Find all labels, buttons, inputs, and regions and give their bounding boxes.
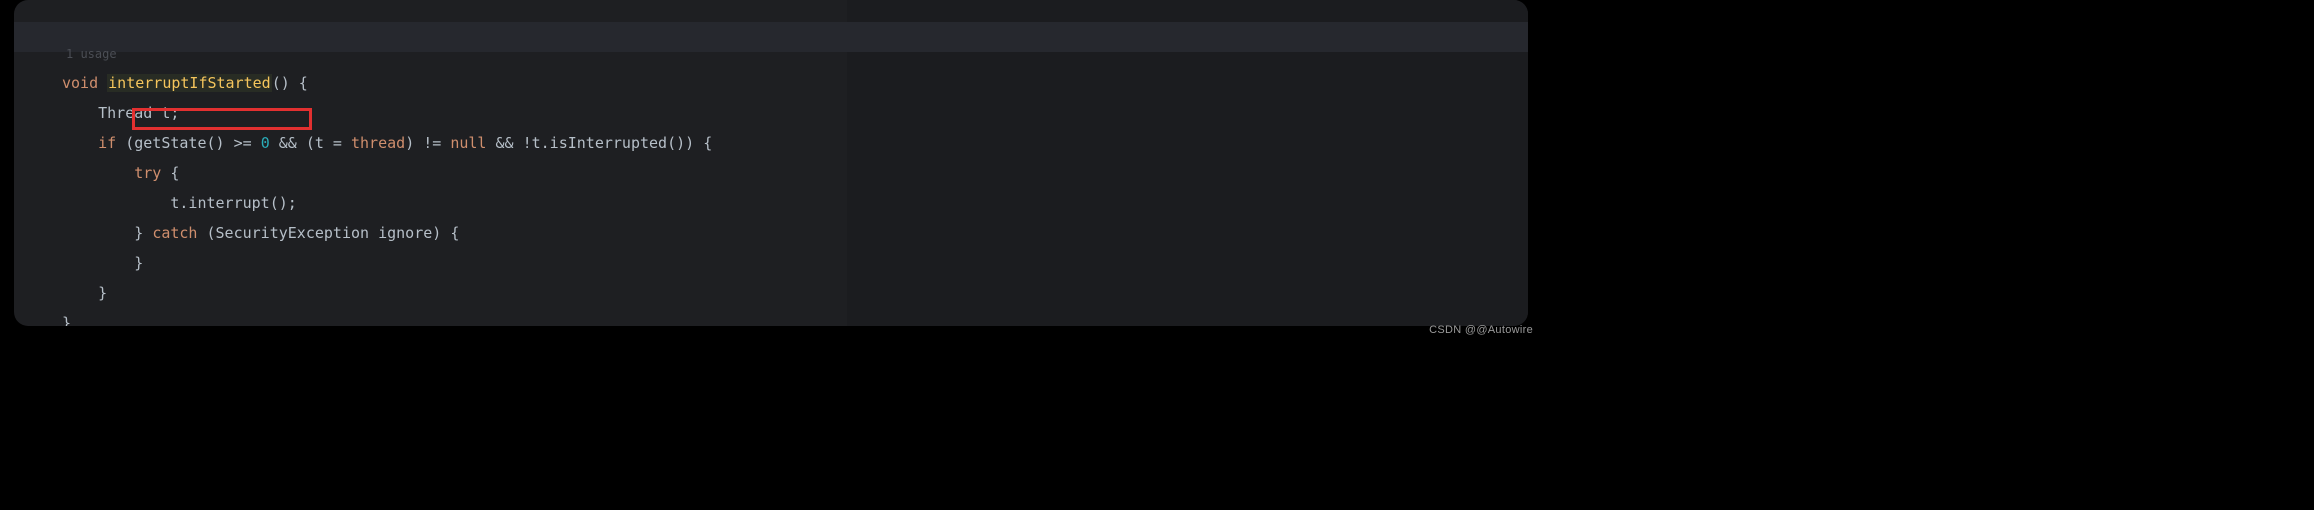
keyword-null: null — [450, 134, 486, 152]
interrupt-call: t.interrupt(); — [170, 194, 296, 212]
method-signature-tail: () { — [272, 74, 308, 92]
brace: } — [98, 284, 107, 302]
brace: { — [161, 164, 179, 182]
keyword-try: try — [134, 164, 161, 182]
code-block[interactable]: 1 usage void interruptIfStarted() { Thre… — [14, 0, 1528, 326]
code-text: ) != — [405, 134, 450, 152]
watermark: CSDN @@Autowire — [1429, 324, 1533, 336]
keyword-catch: catch — [152, 224, 197, 242]
brace: } — [62, 314, 71, 326]
brace: } — [134, 224, 152, 242]
usage-hint[interactable]: 1 usage — [66, 47, 117, 61]
keyword-if: if — [98, 134, 116, 152]
method-name: interruptIfStarted — [107, 74, 272, 92]
literal-zero: 0 — [261, 134, 270, 152]
field-thread: thread — [351, 134, 405, 152]
code-text: && (t = — [270, 134, 351, 152]
keyword-void: void — [62, 74, 98, 92]
code-line: Thread t; — [98, 104, 179, 122]
code-text: (SecurityException ignore) { — [197, 224, 459, 242]
code-text: && !t.isInterrupted()) { — [486, 134, 712, 152]
brace: } — [134, 254, 143, 272]
code-editor-panel: 1 usage void interruptIfStarted() { Thre… — [14, 0, 1528, 326]
code-text: (getState() >= — [116, 134, 261, 152]
